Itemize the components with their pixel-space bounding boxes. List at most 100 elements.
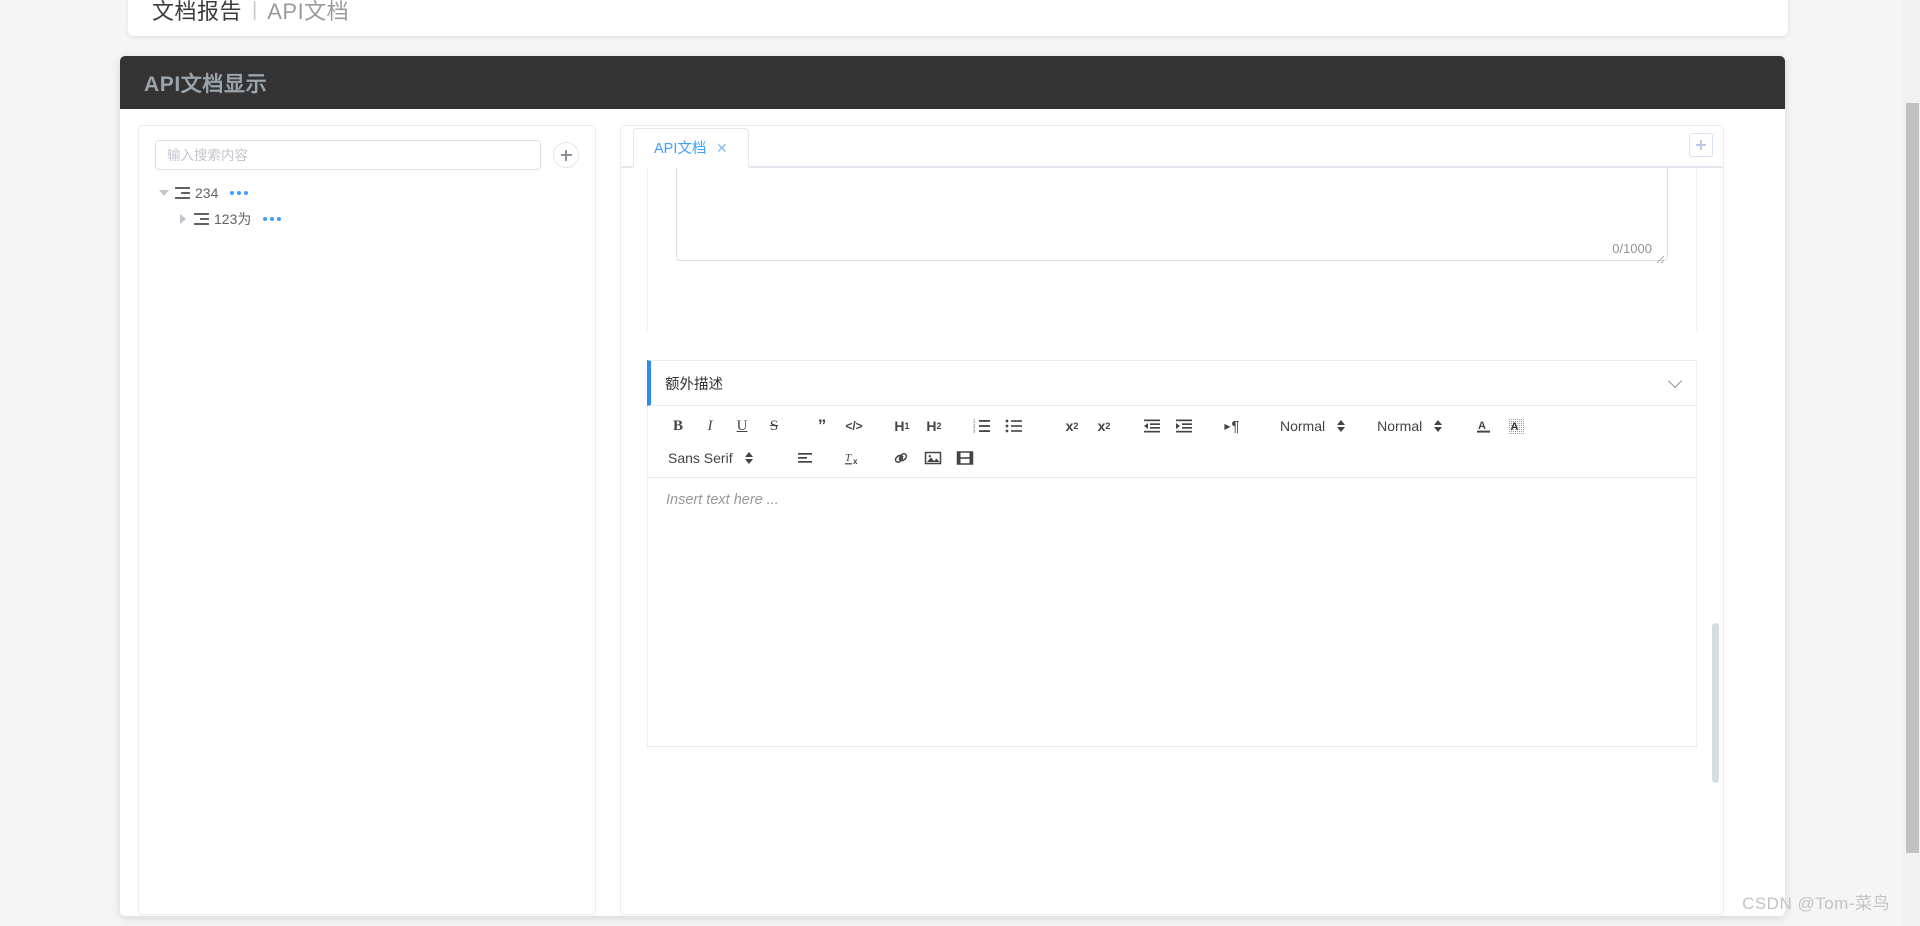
heading-letter: H [926,418,937,434]
image-icon [924,451,941,465]
strikethrough-button[interactable]: S [761,413,787,439]
description-textarea[interactable] [676,168,1668,261]
tree-node-123wei[interactable]: 123为 [155,206,579,232]
video-button[interactable] [952,445,978,471]
tabs-header: API文档 ✕ [621,126,1723,168]
more-dots-icon[interactable] [230,191,249,195]
image-button[interactable] [920,445,946,471]
outdent-button[interactable] [1139,413,1165,439]
page-scrollbar-thumb[interactable] [1906,103,1919,853]
collapse-header[interactable]: 额外描述 [647,360,1697,406]
outdent-icon [1144,419,1160,433]
link-icon [894,453,907,463]
document-lines-icon [194,212,209,226]
blockquote-button[interactable]: ” [809,413,835,439]
svg-text:A: A [1511,421,1519,433]
panel-header: API文档显示 [120,56,1785,109]
description-textarea-wrap: 0/1000 [676,168,1668,266]
font-color-icon: A [1477,420,1491,433]
header-level-value: Normal [1377,418,1423,434]
direction-arrow-icon: ▶ [1224,421,1231,431]
content-scrollbar-thumb[interactable] [1712,623,1719,783]
font-size-select[interactable]: Normal [1280,413,1349,439]
bold-button[interactable]: B [665,413,691,439]
background-color-icon: A [1508,418,1525,434]
font-family-select[interactable]: Sans Serif [668,445,757,471]
text-direction-button[interactable]: ▶ ¶ [1219,413,1245,439]
chevron-right-icon[interactable] [176,212,190,226]
pilcrow-icon: ¶ [1231,417,1240,435]
block-group: ” </> [806,413,870,439]
indent-group [1136,413,1200,439]
editor-placeholder: Insert text here ... [666,492,779,508]
script-group: x2 x2 [1056,413,1120,439]
right-pane: API文档 ✕ 0/1000 额外描述 B I U S ” </> H 1 H … [610,125,1767,916]
clear-format-button[interactable]: T x [840,445,866,471]
italic-button[interactable]: I [697,413,723,439]
collapse-title: 额外描述 [665,376,723,393]
tabs-card: API文档 ✕ 0/1000 额外描述 B I U S ” </> H 1 H … [620,125,1724,915]
link-button[interactable] [888,445,914,471]
font-size-value: Normal [1280,418,1326,434]
panel-body: 234 123为 API文档 ✕ [120,109,1785,916]
code-block-button[interactable]: </> [841,413,867,439]
background-color-button[interactable]: A [1503,413,1529,439]
indent-icon [1176,419,1192,433]
header-level-select[interactable]: Normal [1377,413,1446,439]
toolbar-row-1: B I U S ” </> H 1 H 2 1 2 3 x 2 x 2 ▶ ¶ … [662,413,1682,439]
chevron-updown-icon [1337,420,1346,432]
svg-text:3: 3 [973,429,976,434]
editor-body[interactable]: Insert text here ... [648,478,1696,746]
tree-list: 234 123为 [155,180,579,232]
heading-group: H1 H2 [886,413,950,439]
chevron-down-icon[interactable] [1667,373,1683,388]
heading-2-button[interactable]: H2 [921,413,947,439]
svg-text:A: A [1478,420,1486,432]
quote-icon: ” [817,416,827,435]
page-scrollbar-track[interactable] [1903,0,1920,926]
underline-button[interactable]: U [729,413,755,439]
extra-description-collapse: 额外描述 B I U S ” </> H 1 H 2 1 2 3 x 2 x 2… [647,360,1697,747]
heading-letter: H [894,418,905,434]
heading-1-button[interactable]: H1 [889,413,915,439]
rich-text-editor: B I U S ” </> H 1 H 2 1 2 3 x 2 x 2 ▶ ¶ … [647,406,1697,747]
chevron-updown-icon [744,452,753,464]
heading-level: 2 [936,421,942,431]
text-style-group: B I U S [662,413,790,439]
more-dots-icon[interactable] [263,217,282,221]
list-group: 1 2 3 [966,413,1030,439]
breadcrumb-separator: | [252,0,258,21]
font-color-button[interactable]: A [1471,413,1497,439]
add-tab-button[interactable] [1689,133,1713,157]
document-lines-icon [175,186,190,200]
tab-content: 0/1000 额外描述 B I U S ” </> H 1 H 2 1 2 3 … [621,168,1723,914]
bullet-list-icon [1005,419,1022,433]
subscript-button[interactable]: x2 [1059,413,1085,439]
superscript-button[interactable]: x2 [1091,413,1117,439]
bullet-list-button[interactable] [1001,413,1027,439]
api-doc-panel: API文档显示 234 123为 [120,56,1785,916]
align-button[interactable] [792,445,818,471]
video-icon [956,451,973,465]
close-icon[interactable]: ✕ [715,141,728,155]
breadcrumb-sub[interactable]: API文档 [267,0,349,26]
editor-toolbar: B I U S ” </> H 1 H 2 1 2 3 x 2 x 2 ▶ ¶ … [648,406,1696,478]
toolbar-row-2: Sans Serif T x [662,445,1682,471]
add-root-node-button[interactable] [553,142,579,168]
heading-level: 1 [904,421,910,431]
tab-api-document[interactable]: API文档 ✕ [633,128,750,168]
chevron-down-icon[interactable] [157,186,171,200]
tab-label: API文档 [654,141,707,157]
code-icon: </> [845,419,863,433]
breadcrumb-current[interactable]: 文档报告 [152,0,242,26]
align-left-icon [797,453,812,463]
ordered-list-button[interactable]: 1 2 3 [969,413,995,439]
form-block-footer [676,266,1668,304]
search-input[interactable] [155,140,541,170]
tree-node-234[interactable]: 234 [155,180,579,206]
ordered-list-icon: 1 2 3 [973,419,990,434]
indent-button[interactable] [1171,413,1197,439]
font-family-value: Sans Serif [668,450,733,466]
watermark: CSDN @Tom-菜鸟 [1742,894,1890,913]
document-tree-card: 234 123为 [138,125,596,915]
